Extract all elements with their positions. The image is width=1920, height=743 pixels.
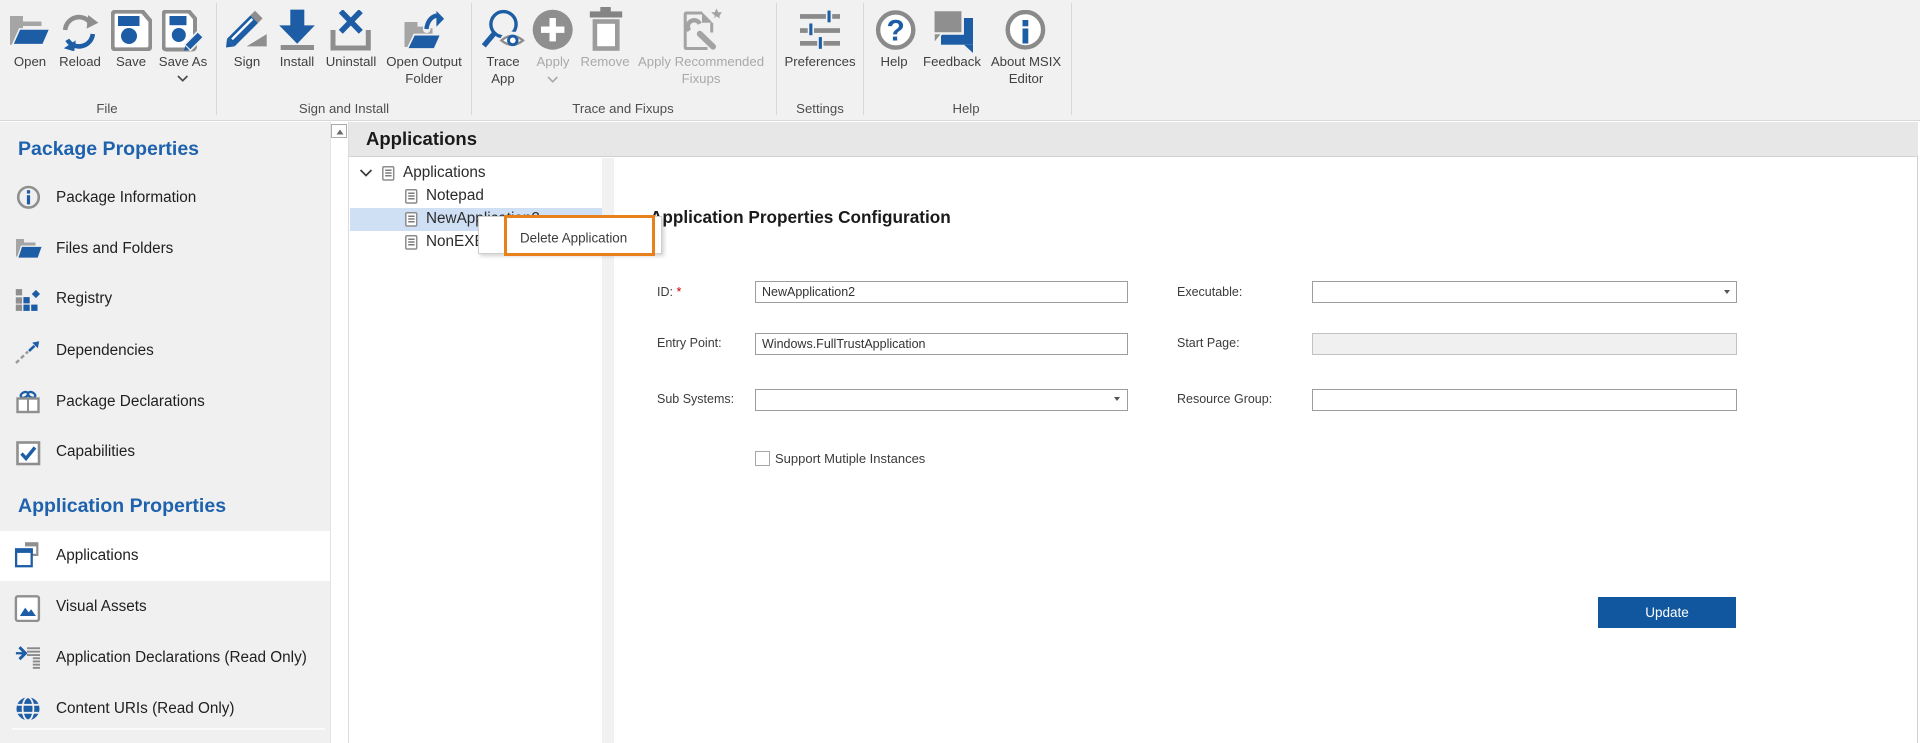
svg-text:?: ? <box>887 15 905 48</box>
